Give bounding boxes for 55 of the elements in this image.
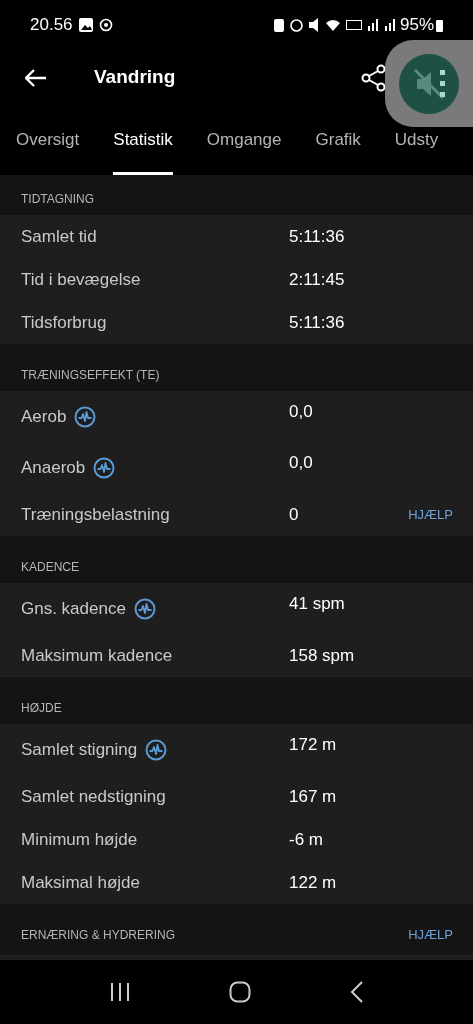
stat-label: Minimum højde: [21, 828, 138, 851]
stat-label: Tid i bevægelse: [21, 268, 141, 291]
help-link[interactable]: HJÆLP: [408, 924, 453, 944]
stat-label: Gns. kadence: [21, 597, 126, 620]
stat-label: Maksimal højde: [21, 871, 141, 894]
stat-value: 0: [289, 503, 299, 526]
stat-value: 5:11:36: [289, 311, 345, 334]
battery-percent: 95%: [399, 14, 434, 37]
stat-value: 167 m: [289, 785, 337, 808]
stat-value: 5:11:36: [289, 225, 345, 248]
stat-value: 41 spm: [289, 593, 345, 615]
page-title: Vandring: [94, 65, 176, 90]
image-icon: [78, 18, 93, 32]
stat-value: 2:11:45: [289, 268, 345, 291]
stat-label: Samlet nedstigning: [21, 785, 166, 808]
stat-label: Samlet stigning: [21, 738, 138, 761]
stat-value: 158 spm: [289, 644, 355, 667]
home-icon[interactable]: [229, 981, 252, 1003]
stat-value: 0,0: [289, 401, 313, 423]
battery-icon: [436, 18, 443, 32]
muted-speaker-icon[interactable]: [399, 53, 459, 114]
wifi-icon: [325, 19, 340, 31]
recent-apps-icon[interactable]: [109, 982, 132, 1002]
help-link[interactable]: HJÆLP: [408, 504, 453, 525]
stat-value: 122 m: [289, 871, 337, 894]
stat-value: -6 m: [289, 828, 323, 851]
section-heading: ERNÆRING & HYDRERING: [21, 927, 175, 944]
mute-icon: [308, 18, 320, 32]
pulse-icon[interactable]: [133, 597, 156, 620]
status-time: 20.56: [30, 14, 73, 37]
floating-mute-toast[interactable]: [385, 40, 473, 127]
stat-label: Træningsbelastning: [21, 503, 170, 526]
back-icon[interactable]: [25, 68, 47, 87]
share-icon[interactable]: [361, 63, 387, 92]
signal-icon: [384, 19, 396, 31]
tab[interactable]: Omgange: [206, 122, 282, 175]
pulse-icon[interactable]: [74, 405, 97, 428]
stat-value: 0,0: [289, 452, 313, 474]
section-heading: HØJDE: [21, 700, 62, 717]
back-nav-icon[interactable]: [349, 981, 364, 1003]
tab[interactable]: Grafik: [315, 122, 361, 175]
stat-label: Anaerob: [21, 456, 86, 479]
stat-label: Maksimum kadence: [21, 644, 173, 667]
stat-value: 172 m: [289, 734, 337, 756]
pulse-icon[interactable]: [145, 738, 168, 761]
stat-label: Samlet tid: [21, 225, 97, 248]
section-heading: TRÆNINGSEFFEKT (TE): [21, 367, 160, 384]
pulse-icon[interactable]: [93, 456, 116, 479]
signal-icon: [367, 19, 379, 31]
section-heading: KADENCE: [21, 559, 79, 576]
stat-label: Tidsforbrug: [21, 311, 107, 334]
section-heading: TIDTAGNING: [21, 191, 95, 208]
tab[interactable]: Oversigt: [16, 122, 80, 175]
stat-label: Aerob: [21, 405, 67, 428]
tab[interactable]: Udsty: [394, 122, 439, 175]
